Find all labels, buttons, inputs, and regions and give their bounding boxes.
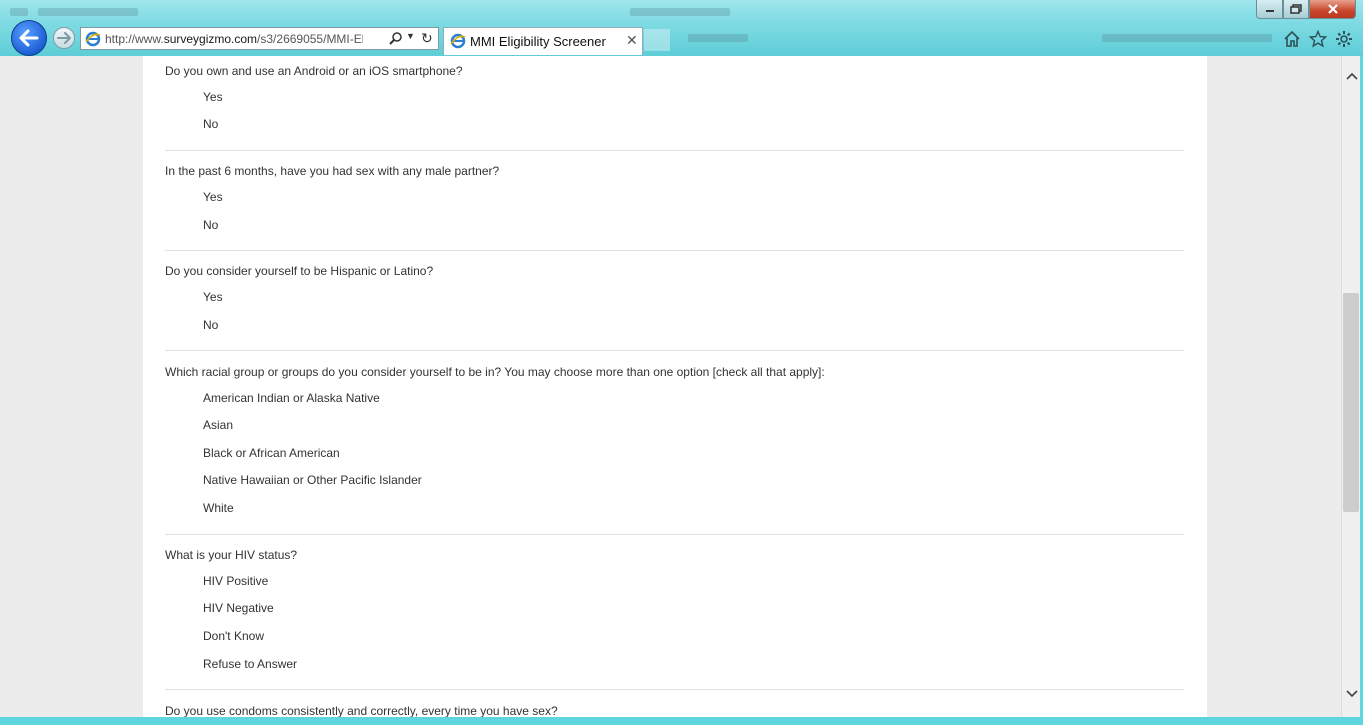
ie-logo-icon (85, 31, 101, 52)
page-viewport: Do you own and use an Android or an iOS … (0, 56, 1341, 717)
option-black[interactable]: Black or African American (203, 446, 340, 460)
question-hispanic: Do you consider yourself to be Hispanic … (165, 251, 1184, 351)
browser-chrome: http://www.surveygizmo.com/s3/2669055/MM… (0, 0, 1363, 56)
option-hiv-negative[interactable]: HIV Negative (203, 601, 274, 615)
option-no[interactable]: No (203, 318, 218, 332)
option-yes[interactable]: Yes (203, 90, 223, 104)
back-arrow-icon (19, 29, 39, 47)
question-smartphone: Do you own and use an Android or an iOS … (165, 56, 1184, 151)
option-american-indian[interactable]: American Indian or Alaska Native (203, 391, 380, 405)
option-asian[interactable]: Asian (203, 418, 233, 432)
question-race: Which racial group or groups do you cons… (165, 351, 1184, 535)
option-refuse[interactable]: Refuse to Answer (203, 657, 297, 671)
ghost-quick-access (10, 8, 28, 16)
search-icon[interactable] (389, 31, 403, 50)
toolbar-icons (1282, 29, 1354, 49)
tab-mmi-eligibility[interactable]: MMI Eligibility Screener ✕ (443, 27, 643, 55)
window-close-icon (1327, 4, 1338, 14)
scroll-down-button[interactable] (1342, 684, 1361, 704)
question-text: In the past 6 months, have you had sex w… (165, 164, 500, 178)
forward-arrow-icon (57, 32, 71, 44)
address-url: http://www.surveygizmo.com/s3/2669055/MM… (105, 32, 363, 46)
option-yes[interactable]: Yes (203, 190, 223, 204)
option-hiv-positive[interactable]: HIV Positive (203, 574, 268, 588)
window-close-button[interactable] (1309, 0, 1356, 19)
favorites-star-icon (1309, 30, 1327, 48)
forward-button[interactable] (53, 27, 75, 49)
question-text: Do you consider yourself to be Hispanic … (165, 264, 434, 278)
survey-form: Do you own and use an Android or an iOS … (143, 56, 1207, 717)
question-hiv-status: What is your HIV status? HIV Positive HI… (165, 535, 1184, 690)
window-controls (1256, 0, 1356, 20)
ie-logo-icon (450, 33, 466, 54)
scroll-thumb[interactable] (1343, 293, 1359, 512)
option-dont-know[interactable]: Don't Know (203, 629, 264, 643)
ghost-tab (688, 34, 748, 42)
question-text: Do you own and use an Android or an iOS … (165, 64, 463, 78)
address-bar[interactable]: http://www.surveygizmo.com/s3/2669055/MM… (80, 27, 439, 50)
option-white[interactable]: White (203, 501, 234, 515)
tools-gear-icon (1336, 31, 1352, 47)
ghost-quick-access (38, 8, 138, 16)
window-frame (0, 717, 1363, 725)
back-button[interactable] (11, 20, 47, 56)
close-icon[interactable]: ✕ (626, 32, 638, 49)
question-text: Do you use condoms consistently and corr… (165, 704, 558, 717)
option-yes[interactable]: Yes (203, 290, 223, 304)
maximize-icon (1290, 4, 1302, 14)
option-native-hawaiian[interactable]: Native Hawaiian or Other Pacific Islande… (203, 473, 422, 487)
home-icon (1284, 30, 1300, 47)
refresh-icon[interactable]: ↻ (421, 30, 433, 47)
question-condoms: Do you use condoms consistently and corr… (165, 690, 1184, 717)
scroll-down-icon (1345, 690, 1358, 698)
minimize-button[interactable] (1256, 0, 1283, 19)
tab-title: MMI Eligibility Screener (470, 34, 606, 49)
question-male-partner: In the past 6 months, have you had sex w… (165, 151, 1184, 251)
option-no[interactable]: No (203, 117, 218, 131)
favorites-button[interactable] (1308, 29, 1328, 49)
scroll-up-icon (1345, 72, 1358, 80)
question-text: What is your HIV status? (165, 548, 298, 562)
maximize-button[interactable] (1283, 0, 1309, 19)
home-button[interactable] (1282, 29, 1302, 49)
ghost-window-title (630, 8, 730, 16)
minimize-icon (1265, 10, 1274, 12)
new-tab-button[interactable] (644, 29, 670, 51)
option-no[interactable]: No (203, 218, 218, 232)
dropdown-icon[interactable]: ▼ (406, 31, 415, 41)
scroll-up-button[interactable] (1342, 66, 1361, 86)
tools-button[interactable] (1334, 29, 1354, 49)
ghost-status (1102, 34, 1272, 42)
vertical-scrollbar[interactable] (1341, 56, 1361, 717)
question-text: Which racial group or groups do you cons… (165, 365, 825, 379)
